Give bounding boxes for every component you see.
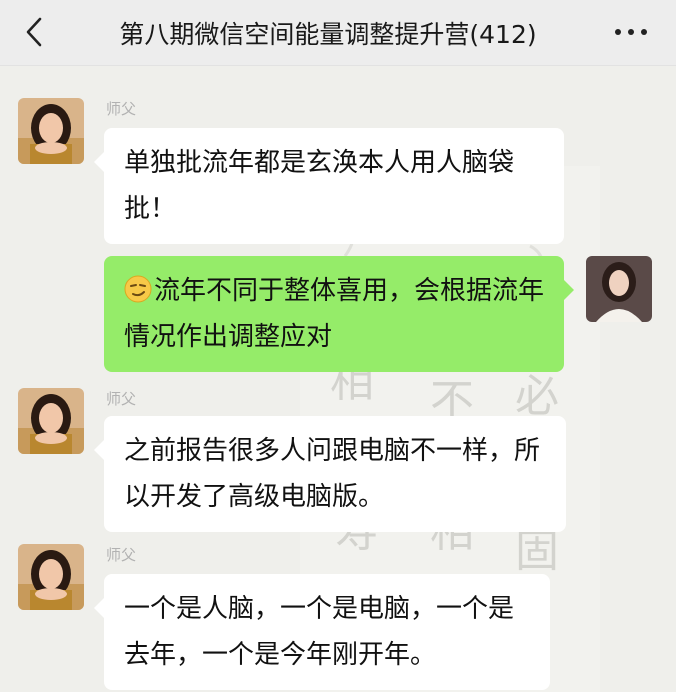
- message-text: 单独批流年都是玄涣本人用人脑袋批！: [124, 148, 515, 224]
- avatar-woman-icon: [18, 544, 84, 610]
- sender-name: 师父: [106, 390, 137, 408]
- message-bubble[interactable]: 之前报告很多人问跟电脑不一样，所以开发了高级电脑版。: [94, 416, 566, 532]
- avatar-self[interactable]: [586, 256, 652, 322]
- bg-char-5: 固: [515, 526, 559, 577]
- sender-name: 师父: [106, 546, 137, 564]
- bg-char-3: 必: [515, 371, 559, 422]
- avatar-self-icon: [586, 256, 652, 322]
- avatar-woman-icon: [18, 388, 84, 454]
- chevron-left-icon: [26, 17, 42, 47]
- message-text: 流年不同于整体喜用，会根据流年情况作出调整应对: [124, 276, 545, 352]
- back-button[interactable]: [14, 12, 54, 52]
- message-bubble[interactable]: 单独批流年都是玄涣本人用人脑袋批！: [94, 128, 564, 244]
- sender-name: 师父: [106, 100, 137, 118]
- message-bubble[interactable]: 一个是人脑，一个是电脑，一个是去年，一个是今年刚开年。: [94, 574, 550, 690]
- more-button[interactable]: [606, 12, 656, 52]
- chat-header: 第八期微信空间能量调整提升营(412): [0, 0, 676, 66]
- smirk-emoji-icon: [124, 275, 152, 303]
- message-text: 一个是人脑，一个是电脑，一个是去年，一个是今年刚开年。: [124, 594, 515, 670]
- message-text: 之前报告很多人问跟电脑不一样，所以开发了高级电脑版。: [124, 436, 541, 512]
- avatar-woman-icon: [18, 98, 84, 164]
- more-dots-icon: [615, 29, 647, 35]
- chat-area[interactable]: 相 不 必 相 固 寿 师父 单独批流年都是玄涣本人用人脑袋批！: [0, 66, 676, 692]
- chat-title: 第八期微信空间能量调整提升营(412): [119, 20, 537, 49]
- message-bubble-outgoing[interactable]: 流年不同于整体喜用，会根据流年情况作出调整应对: [104, 256, 574, 372]
- avatar[interactable]: [18, 388, 84, 454]
- avatar[interactable]: [18, 98, 84, 164]
- avatar[interactable]: [18, 544, 84, 610]
